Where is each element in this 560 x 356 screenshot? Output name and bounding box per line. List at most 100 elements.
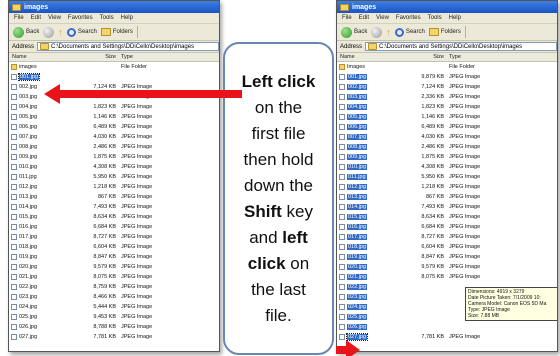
file-row[interactable]: 013.jpg 867 KB JPEG Image <box>9 192 219 202</box>
column-type[interactable]: Type <box>447 54 461 60</box>
file-row[interactable]: 015.jpg 8,634 KB JPEG Image <box>9 212 219 222</box>
file-row[interactable]: 027.jpg 7,781 KB JPEG Image <box>337 332 557 342</box>
file-row[interactable]: 006.jpg 6,489 KB JPEG Image <box>9 122 219 132</box>
file-row[interactable]: 002.jpg 7,124 KB JPEG Image <box>337 82 557 92</box>
file-name: 010.jpg <box>347 164 368 170</box>
file-row[interactable]: 019.jpg 8,847 KB JPEG Image <box>9 252 219 262</box>
file-row[interactable]: 014.jpg 7,493 KB JPEG Image <box>337 202 557 212</box>
file-row[interactable]: 021.jpg 8,075 KB JPEG Image <box>9 272 219 282</box>
file-row[interactable]: 021.jpg 8,075 KB JPEG Image <box>337 272 557 282</box>
file-row[interactable]: 005.jpg 1,146 KB JPEG Image <box>337 112 557 122</box>
window-title: images <box>24 3 49 11</box>
file-row[interactable]: 022.jpg 8,759 KB JPEG Image <box>9 282 219 292</box>
file-row[interactable]: 004.jpg 1,823 KB JPEG Image <box>9 102 219 112</box>
file-row[interactable]: 012.jpg 1,218 KB JPEG Image <box>337 182 557 192</box>
file-row[interactable]: 015.jpg 8,634 KB JPEG Image <box>337 212 557 222</box>
menu-bar: File Edit View Favorites Tools Help <box>337 13 557 24</box>
file-row[interactable]: 013.jpg 867 KB JPEG Image <box>337 192 557 202</box>
file-row[interactable]: 007.jpg 4,030 KB JPEG Image <box>9 132 219 142</box>
jpeg-file-icon <box>339 314 345 320</box>
file-row[interactable]: 016.jpg 6,684 KB JPEG Image <box>337 222 557 232</box>
file-type: JPEG Image <box>449 334 481 340</box>
column-type[interactable]: Type <box>119 54 133 60</box>
forward-button[interactable] <box>371 26 383 38</box>
forward-button[interactable] <box>43 26 55 38</box>
jpeg-file-icon <box>339 154 345 160</box>
file-row[interactable]: 023.jpg 8,466 KB JPEG Image <box>9 292 219 302</box>
file-row[interactable]: 019.jpg 8,847 KB JPEG Image <box>337 252 557 262</box>
file-row[interactable]: 017.jpg 8,727 KB JPEG Image <box>9 232 219 242</box>
file-row[interactable]: 025.jpg 9,453 KB JPEG Image <box>9 312 219 322</box>
file-row[interactable]: 026.jpg <box>337 322 557 332</box>
file-name: 020.jpg <box>347 264 368 270</box>
file-row[interactable]: 024.jpg 5,444 KB JPEG Image <box>9 302 219 312</box>
column-name[interactable]: Name <box>9 54 71 60</box>
folder-row[interactable]: images File Folder <box>9 62 219 72</box>
menu-tools[interactable]: Tools <box>428 15 442 21</box>
folders-button[interactable]: Folders <box>100 28 133 36</box>
file-name-cell: 014.jpg <box>337 204 399 210</box>
callout-text: then hold <box>243 149 314 169</box>
instruction-callout: Left click on the first file then hold d… <box>223 42 334 355</box>
jpeg-file-icon <box>339 174 345 180</box>
file-row[interactable]: 008.jpg 2,486 KB JPEG Image <box>9 142 219 152</box>
file-row[interactable]: 018.jpg 6,604 KB JPEG Image <box>337 242 557 252</box>
up-folder-icon[interactable]: ↑ <box>58 27 63 37</box>
menu-view[interactable]: View <box>376 15 389 21</box>
file-row[interactable]: 017.jpg 8,727 KB JPEG Image <box>337 232 557 242</box>
file-row[interactable]: 010.jpg 4,308 KB JPEG Image <box>9 162 219 172</box>
file-row[interactable]: 007.jpg 4,030 KB JPEG Image <box>337 132 557 142</box>
file-name: 021.jpg <box>19 274 38 280</box>
file-row[interactable]: 009.jpg 1,875 KB JPEG Image <box>337 152 557 162</box>
file-row[interactable]: 012.jpg 1,218 KB JPEG Image <box>9 182 219 192</box>
file-type: File Folder <box>121 64 147 70</box>
file-row[interactable]: 020.jpg 9,579 KB JPEG Image <box>9 262 219 272</box>
file-row[interactable]: 010.jpg 4,308 KB JPEG Image <box>337 162 557 172</box>
menu-favorites[interactable]: Favorites <box>396 15 421 21</box>
menu-edit[interactable]: Edit <box>359 15 369 21</box>
file-name: 002.jpg <box>19 84 38 90</box>
search-button[interactable]: Search <box>66 27 97 37</box>
file-row[interactable]: 011.jpg 5,950 KB JPEG Image <box>9 172 219 182</box>
toolbar-separator <box>464 26 466 38</box>
file-row[interactable]: 008.jpg 2,486 KB JPEG Image <box>337 142 557 152</box>
file-row[interactable]: 005.jpg 1,146 KB JPEG Image <box>9 112 219 122</box>
folders-button[interactable]: Folders <box>428 28 461 36</box>
up-folder-icon[interactable]: ↑ <box>386 27 391 37</box>
file-row[interactable]: 006.jpg 6,489 KB JPEG Image <box>337 122 557 132</box>
menu-help[interactable]: Help <box>121 15 133 21</box>
file-row[interactable]: 014.jpg 7,493 KB JPEG Image <box>9 202 219 212</box>
column-size[interactable]: Size <box>71 54 119 60</box>
search-button[interactable]: Search <box>394 27 425 37</box>
menu-view[interactable]: View <box>48 15 61 21</box>
file-row[interactable]: 011.jpg 5,950 KB JPEG Image <box>337 172 557 182</box>
back-label: Back <box>354 29 368 35</box>
file-name-cell: 013.jpg <box>9 194 71 200</box>
file-name: 006.jpg <box>19 124 38 130</box>
file-row[interactable]: 026.jpg 8,788 KB JPEG Image <box>9 322 219 332</box>
file-row[interactable]: 027.jpg 7,781 KB JPEG Image <box>9 332 219 342</box>
address-input[interactable]: C:\Documents and Settings\DDiCello\Deskt… <box>37 42 219 51</box>
folder-row[interactable]: Images File Folder <box>337 62 557 72</box>
file-row[interactable]: 004.jpg 1,823 KB JPEG Image <box>337 102 557 112</box>
column-size[interactable]: Size <box>399 54 447 60</box>
menu-file[interactable]: File <box>14 15 24 21</box>
address-input[interactable]: C:\Documents and Settings\DDiCello\Deskt… <box>365 42 557 51</box>
file-row[interactable]: 003.jpg 2,336 KB JPEG Image <box>337 92 557 102</box>
menu-file[interactable]: File <box>342 15 352 21</box>
file-row[interactable]: 020.jpg 9,579 KB JPEG Image <box>337 262 557 272</box>
file-row[interactable]: 001.jpg <box>9 72 219 82</box>
menu-help[interactable]: Help <box>449 15 461 21</box>
back-button[interactable]: Back <box>13 26 39 38</box>
file-row[interactable]: 018.jpg 6,604 KB JPEG Image <box>9 242 219 252</box>
file-row[interactable]: 009.jpg 1,875 KB JPEG Image <box>9 152 219 162</box>
file-row[interactable]: 016.jpg 6,684 KB JPEG Image <box>9 222 219 232</box>
back-button[interactable]: Back <box>341 26 368 38</box>
file-name: 007.jpg <box>19 134 38 140</box>
column-name[interactable]: Name <box>337 54 399 60</box>
menu-edit[interactable]: Edit <box>31 15 41 21</box>
file-row[interactable]: 001.jpg 9,879 KB JPEG Image <box>337 72 557 82</box>
menu-favorites[interactable]: Favorites <box>68 15 93 21</box>
menu-tools[interactable]: Tools <box>100 15 114 21</box>
file-name: 022.jpg <box>347 284 368 290</box>
